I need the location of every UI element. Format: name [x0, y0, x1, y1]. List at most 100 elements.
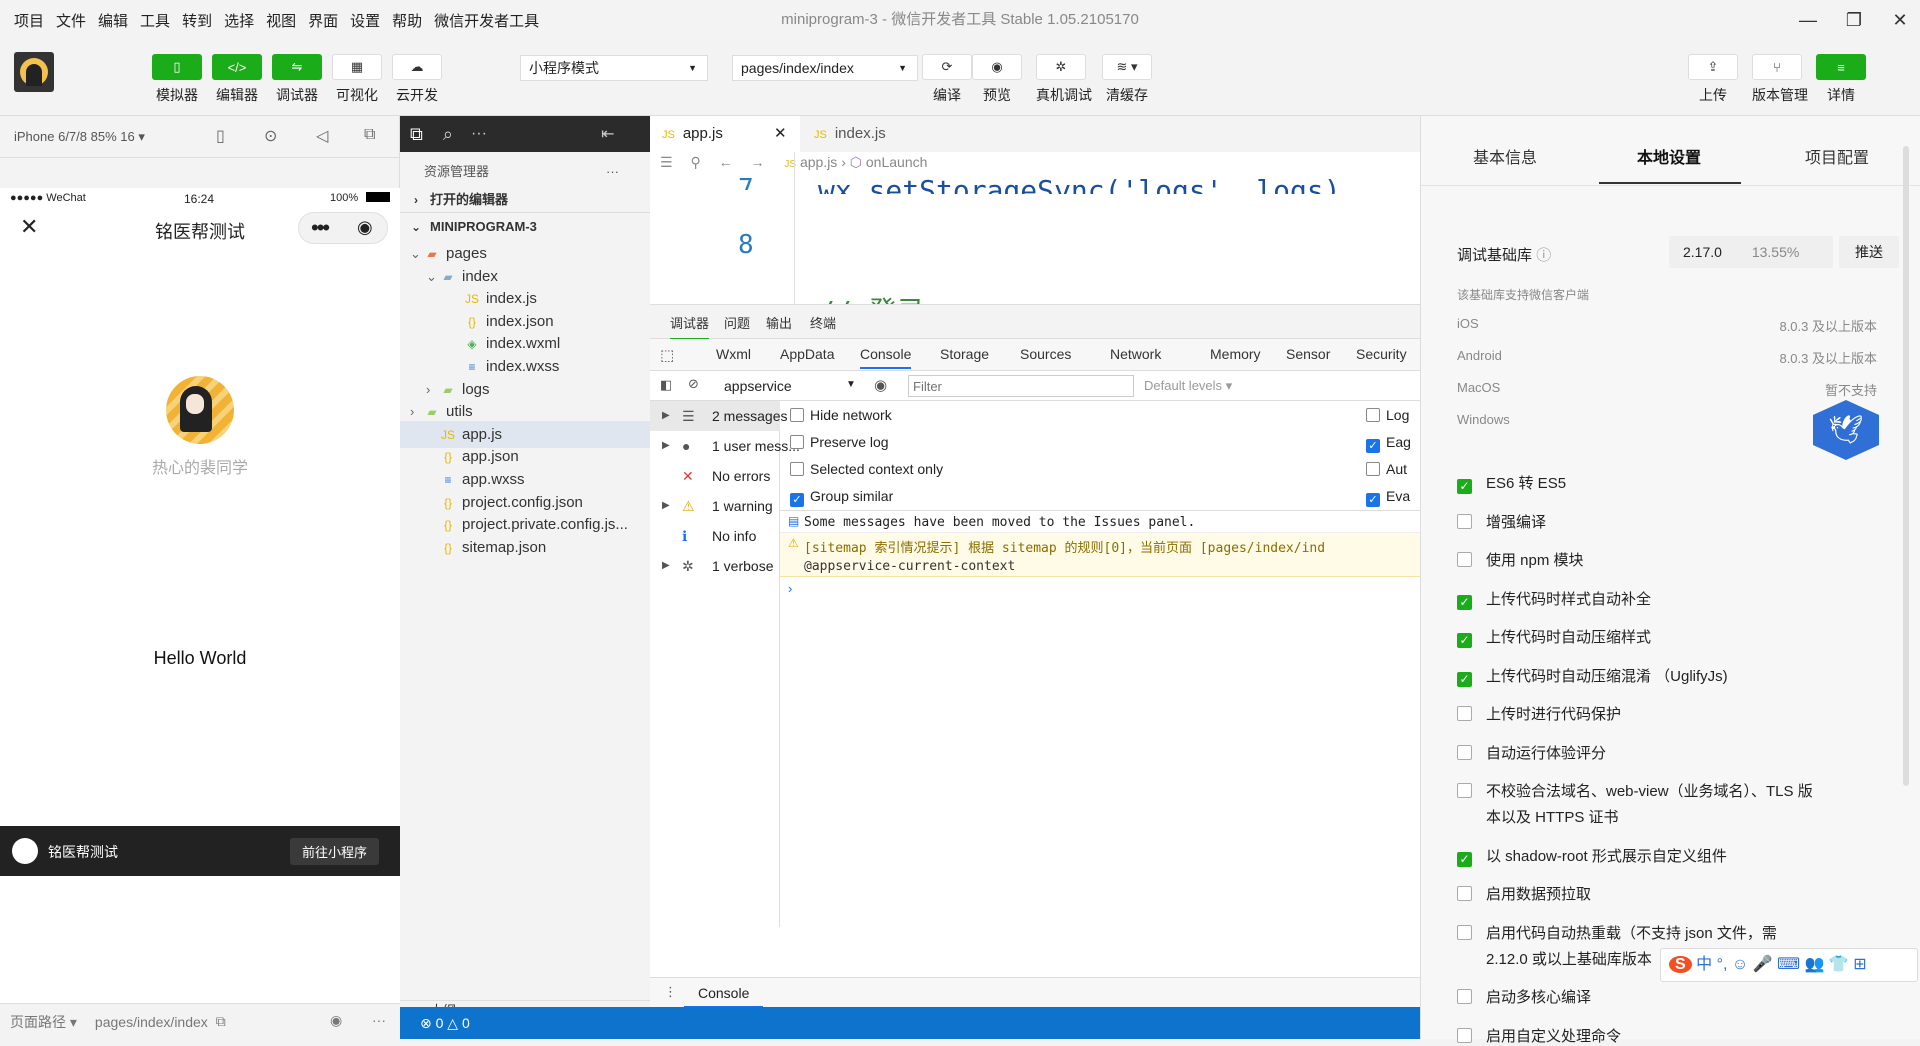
user-avatar[interactable] [14, 52, 54, 92]
page-path-label[interactable]: 页面路径 ▾ [10, 1012, 77, 1032]
console-option[interactable]: Preserve log [790, 434, 889, 450]
checkbox[interactable] [1457, 513, 1472, 529]
devtools-top-tab[interactable]: 输出 [766, 313, 792, 332]
setting-option[interactable]: 启用自定义处理命令 [1457, 1025, 1621, 1046]
drawer-tab-console[interactable]: Console [684, 978, 764, 1008]
setting-option[interactable]: 使用 npm 模块 [1457, 549, 1584, 570]
console-option[interactable]: Aut [1366, 461, 1407, 477]
checkbox[interactable]: ✓ [1457, 594, 1472, 610]
search-icon[interactable]: ⌕ [443, 124, 453, 145]
menu-item[interactable]: 选择 [224, 10, 254, 31]
inspect-icon[interactable]: ⬚ [660, 346, 674, 364]
editor-tab-app-js[interactable]: JS app.js ✕ [650, 116, 800, 152]
menu-item[interactable]: 微信开发者工具 [434, 10, 539, 31]
console-sidebar-item[interactable]: ▶ ● 1 user mess... [650, 431, 800, 461]
device-select[interactable]: iPhone 6/7/8 85% 16 ▾ [14, 129, 145, 145]
setting-option[interactable]: ✓ 上传代码时自动压缩样式 [1457, 626, 1651, 648]
details-button[interactable]: ≡ 详情 [1816, 54, 1866, 105]
project-section[interactable]: ⌄ MINIPROGRAM-3 [400, 212, 650, 239]
console-sidebar-item[interactable]: ℹ No info [650, 521, 780, 551]
checkbox[interactable] [1457, 744, 1472, 760]
library-version-select[interactable]: 2.17.0 13.55% [1669, 236, 1833, 268]
close-tab-icon[interactable]: ✕ [774, 116, 787, 152]
console-option[interactable]: ✓ Group similar [790, 488, 893, 507]
console-prompt-icon[interactable]: › [788, 581, 792, 596]
scrollbar[interactable] [1903, 146, 1909, 786]
checkbox[interactable] [1366, 462, 1380, 476]
devtools-panel-tab[interactable]: Memory [1210, 346, 1261, 362]
console-option[interactable]: Hide network [790, 407, 892, 423]
devtools-panel-tab[interactable]: AppData [780, 346, 834, 362]
help-icon[interactable]: ⓘ [1536, 247, 1551, 264]
menu-item[interactable]: 编辑 [98, 10, 128, 31]
menu-item[interactable]: 转到 [182, 10, 212, 31]
exit-icon[interactable]: ◉ [357, 217, 373, 238]
open-editors-section[interactable]: › 打开的编辑器 [400, 186, 650, 213]
settings-tab[interactable]: 项目配置 [1805, 144, 1869, 168]
page-select[interactable]: pages/index/index ▼ [732, 55, 918, 81]
checkbox[interactable] [1366, 408, 1380, 422]
more-icon[interactable]: ··· [606, 158, 619, 185]
checkbox[interactable]: ✓ [1457, 671, 1472, 687]
eye-icon[interactable]: ◉ [330, 1012, 342, 1029]
console-sidebar-item[interactable]: ▶ ☰ 2 messages [650, 401, 787, 431]
remote-debug-button[interactable]: ✲ 真机调试 [1036, 54, 1092, 105]
console-sidebar-item[interactable]: ▶ ✲ 1 verbose [650, 551, 780, 581]
console-sidebar-item[interactable]: ▶ ⚠ 1 warning [650, 491, 780, 521]
menu-item[interactable]: 视图 [266, 10, 296, 31]
breadcrumb-function[interactable]: onLaunch [866, 154, 928, 170]
tree-item[interactable]: {} sitemap.json [400, 534, 650, 561]
checkbox[interactable] [1457, 706, 1472, 721]
version-button[interactable]: ⑂ 版本管理 [1752, 54, 1808, 105]
settings-tab[interactable]: 本地设置 [1637, 144, 1701, 168]
console-option[interactable]: Selected context only [790, 461, 943, 477]
window-icon[interactable]: ⧉ [364, 126, 375, 144]
console-option[interactable]: Log [1366, 407, 1409, 423]
console-option[interactable]: ✓ Eva [1366, 488, 1410, 507]
checkbox[interactable] [790, 408, 804, 422]
devtools-panel-tab[interactable]: Sensor [1286, 346, 1330, 362]
console-option[interactable]: ✓ Eag [1366, 434, 1411, 453]
mode-select[interactable]: 小程序模式 ▼ [520, 55, 708, 81]
forward-icon[interactable]: → [751, 154, 765, 170]
context-select[interactable]: appservice [724, 378, 792, 394]
checkbox[interactable]: ✓ [790, 493, 804, 507]
setting-option[interactable]: 上传时进行代码保护 [1457, 703, 1621, 724]
setting-option[interactable]: 自动运行体验评分 [1457, 742, 1606, 763]
setting-option[interactable]: ✓ 上传代码时自动压缩混淆 （UglifyJs) [1457, 665, 1728, 687]
checkbox[interactable]: ✓ [1457, 851, 1472, 867]
stop-icon[interactable]: ⊙ [264, 126, 277, 146]
checkbox[interactable] [1457, 886, 1472, 901]
devtools-top-tab[interactable]: 调试器 [670, 313, 710, 340]
cloud-button[interactable]: ☁ 云开发 [392, 54, 442, 105]
checkbox[interactable] [790, 462, 804, 476]
devtools-top-tab[interactable]: 终端 [810, 313, 836, 332]
push-button[interactable]: 推送 [1839, 236, 1899, 268]
close-window-button[interactable]: ✕ [1872, 0, 1920, 40]
clear-cache-button[interactable]: ≋ ▾ 清缓存 [1102, 54, 1152, 105]
console-sidebar-item[interactable]: ✕ No errors [650, 461, 780, 491]
bookmark-icon[interactable]: ⚲ [690, 154, 700, 170]
drawer-menu-icon[interactable]: ⋮ [664, 984, 677, 1000]
devtools-panel-tab[interactable]: Security [1356, 346, 1407, 362]
assistant-bird-icon[interactable]: 🕊 [1813, 400, 1879, 460]
files-icon[interactable]: ⧉ [410, 124, 423, 145]
collapse-panel-icon[interactable]: ⇤ [601, 124, 614, 144]
devtools-panel-tab[interactable]: Wxml [716, 346, 751, 362]
checkbox[interactable] [1457, 783, 1472, 798]
checkbox[interactable]: ✓ [1457, 633, 1472, 648]
sidebar-toggle-icon[interactable]: ◧ [660, 377, 672, 393]
menu-item[interactable]: 设置 [350, 10, 380, 31]
debugger-toggle[interactable]: ⇋ 调试器 [272, 54, 322, 105]
setting-option[interactable]: 增强编译 [1457, 511, 1546, 532]
code-line[interactable]: wx.setStorageSync('logs', logs) [818, 174, 1341, 194]
menu-item[interactable]: 项目 [14, 10, 44, 31]
devtools-panel-tab[interactable]: Sources [1020, 346, 1071, 362]
menu-item[interactable]: 工具 [140, 10, 170, 31]
menu-item[interactable]: 界面 [308, 10, 338, 31]
copy-icon[interactable]: ⧉ [216, 1013, 226, 1030]
code-comment[interactable]: // 登录 [818, 290, 925, 304]
devtools-panel-tab[interactable]: Storage [940, 346, 989, 362]
upload-button[interactable]: ⇪ 上传 [1688, 54, 1738, 105]
list-icon[interactable]: ☰ [660, 154, 673, 170]
